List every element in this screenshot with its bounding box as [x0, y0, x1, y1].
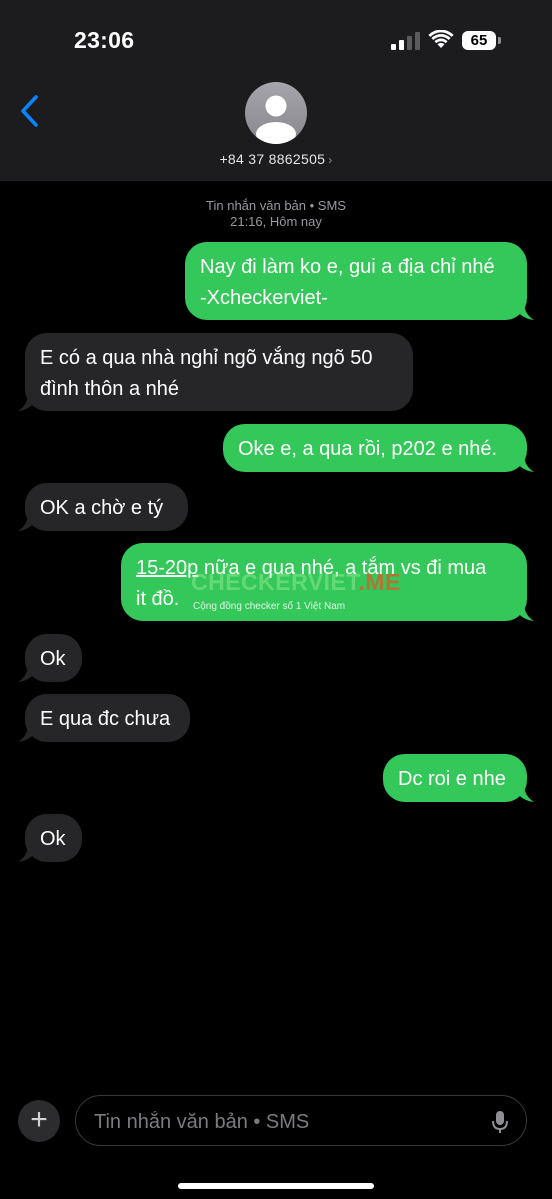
chevron-right-icon: › — [328, 153, 333, 167]
wifi-icon — [428, 30, 454, 48]
plus-icon: + — [30, 1103, 48, 1136]
bubble-tail — [514, 454, 534, 472]
add-attachment-button[interactable]: + — [18, 1100, 60, 1142]
message-text-line: Nay đi làm ko e, gui a địa chỉ nhé — [200, 256, 495, 278]
incoming-message[interactable]: Ok — [18, 814, 82, 862]
bubble-tail — [514, 302, 534, 320]
message-text-line: Ok — [40, 648, 66, 670]
bubble-tail — [514, 603, 534, 621]
outgoing-message[interactable]: Dc roi e nhe — [383, 754, 534, 802]
message-link[interactable]: 15-20p — [136, 557, 198, 579]
bubble-tail — [18, 664, 38, 682]
battery-tip — [498, 37, 501, 44]
message-text-line: -Xcheckerviet- — [200, 287, 328, 309]
cellular-signal-icon — [391, 32, 420, 50]
battery-level: 65 — [470, 32, 488, 49]
message-composer[interactable] — [75, 1095, 527, 1146]
message-text-line: Oke e, a qua rồi, p202 e nhé. — [238, 438, 498, 460]
bubble-tail — [514, 784, 534, 802]
incoming-message[interactable]: E qua đc chưa — [18, 694, 190, 742]
person-icon — [256, 95, 296, 144]
thread-service-label: Tin nhắn văn bản • SMS — [206, 198, 346, 213]
conversation-header: 23:06 65 +84 37 8862505 › — [0, 0, 552, 181]
contact-avatar[interactable] — [245, 82, 307, 144]
contact-name[interactable]: +84 37 8862505 › — [0, 151, 552, 167]
thread-timestamp: 21:16, Hôm nay — [230, 214, 322, 229]
chevron-left-icon[interactable] — [18, 94, 40, 128]
watermark-tagline: Cộng đồng checker số 1 Việt Nam — [193, 601, 346, 612]
bubble-tail — [18, 513, 38, 531]
message-text-line: E qua đc chưa — [40, 708, 171, 730]
outgoing-message[interactable]: Nay đi làm ko e, gui a địa chỉ nhé -Xche… — [185, 242, 534, 320]
message-text-line: E có a qua nhà nghỉ ngõ vắng ngõ 50 — [40, 347, 373, 369]
message-input[interactable] — [92, 1108, 476, 1136]
home-indicator — [178, 1183, 374, 1189]
bubble-tail — [18, 724, 38, 742]
microphone-icon[interactable] — [491, 1110, 509, 1134]
incoming-message[interactable]: Ok — [18, 634, 82, 682]
message-text-line: OK a chờ e tý — [40, 497, 164, 519]
bubble-tail — [18, 844, 38, 862]
message-text-line: Dc roi e nhe — [398, 768, 506, 790]
outgoing-message[interactable]: 15-20p nữa e qua nhé, a tắm vs đi mua it… — [121, 543, 534, 621]
message-text-line: đình thôn a nhé — [40, 378, 180, 400]
contact-number: +84 37 8862505 — [219, 151, 326, 167]
incoming-message[interactable]: OK a chờ e tý — [18, 483, 188, 531]
message-text-line: Ok — [40, 828, 66, 850]
watermark-logo: CHECKERVIET.ME — [191, 569, 401, 595]
battery-indicator: 65 — [462, 31, 502, 51]
bubble-tail — [18, 393, 38, 411]
status-time: 23:06 — [74, 27, 135, 53]
incoming-message[interactable]: E có a qua nhà nghỉ ngõ vắng ngõ 50 đình… — [18, 333, 413, 411]
outgoing-message[interactable]: Oke e, a qua rồi, p202 e nhé. — [223, 424, 534, 472]
